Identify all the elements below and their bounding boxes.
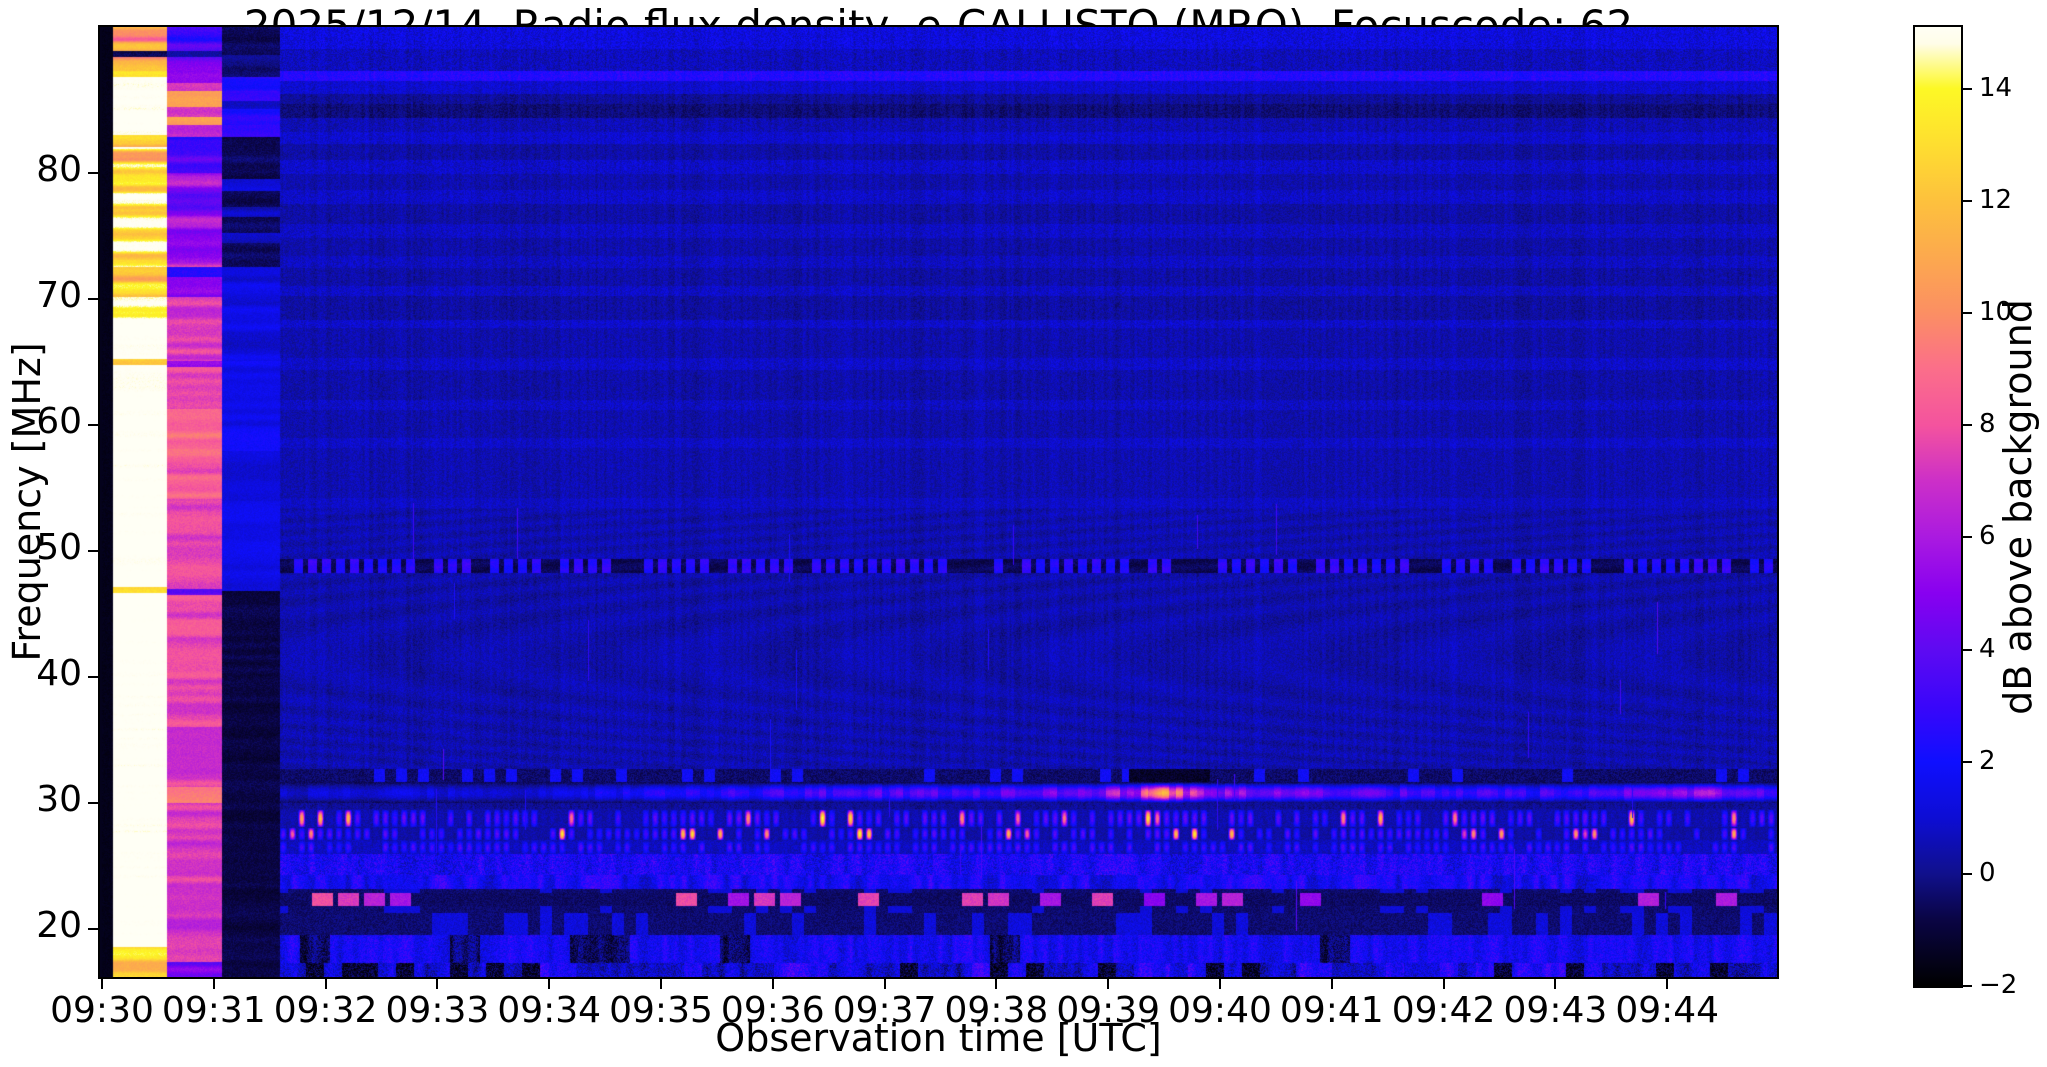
colorbar-tick-mark <box>1963 760 1972 763</box>
colorbar-tick-mark <box>1963 424 1972 427</box>
x-tick-mark <box>1666 979 1669 989</box>
colorbar-tick-label: 12 <box>1979 184 2013 215</box>
colorbar <box>1913 25 1963 988</box>
x-tick-mark <box>212 979 215 989</box>
y-tick-mark <box>88 298 98 300</box>
colorbar-tick-label: 14 <box>1979 72 2013 103</box>
x-tick-mark <box>436 979 439 989</box>
colorbar-tick-label: 2 <box>1979 745 1996 776</box>
y-tick-label: 20 <box>36 905 82 946</box>
y-tick-label: 30 <box>36 779 82 820</box>
y-tick-label: 60 <box>36 401 82 442</box>
y-tick-mark <box>88 676 98 678</box>
colorbar-tick-mark <box>1963 872 1972 875</box>
x-tick-mark <box>1554 979 1557 989</box>
spectrogram-figure: 2025/12/14 Radio flux density, e-CALLIST… <box>0 0 2047 1067</box>
x-tick-mark <box>324 979 327 989</box>
x-axis-label: Observation time [UTC] <box>715 1016 1162 1060</box>
colorbar-tick-mark <box>1963 648 1972 651</box>
y-tick-label: 50 <box>36 527 82 568</box>
colorbar-tick-mark <box>1963 312 1972 315</box>
x-tick-mark <box>548 979 551 989</box>
colorbar-tick-label: 0 <box>1979 857 1996 888</box>
colorbar-tick-mark <box>1963 199 1972 202</box>
y-tick-mark <box>88 802 98 804</box>
x-tick-mark <box>101 979 103 989</box>
colorbar-tick-label: −2 <box>1979 970 2018 1000</box>
y-tick-mark <box>88 928 98 930</box>
colorbar-tick-mark <box>1963 536 1972 539</box>
y-tick-label: 40 <box>36 653 82 694</box>
y-tick-mark <box>88 172 98 174</box>
y-tick-label: 80 <box>36 149 82 190</box>
x-tick-mark <box>660 979 662 989</box>
y-tick-label: 70 <box>36 275 82 316</box>
x-tick-mark <box>1107 979 1110 989</box>
y-axis-label: Frequency [MHz] <box>5 342 49 662</box>
colorbar-tick-mark <box>1963 985 1972 987</box>
spectrogram-heatmap <box>100 27 1777 977</box>
x-tick-mark <box>771 979 774 989</box>
colorbar-label: dB above background <box>1996 299 2040 715</box>
x-tick-mark <box>1442 979 1445 989</box>
colorbar-gradient <box>1915 27 1961 986</box>
plot-area <box>98 25 1779 979</box>
x-tick-mark <box>1219 979 1221 989</box>
x-tick-mark <box>883 979 886 989</box>
colorbar-tick-mark <box>1963 87 1972 90</box>
y-tick-mark <box>88 550 98 552</box>
x-tick-mark <box>995 979 998 989</box>
x-tick-mark <box>1330 979 1333 989</box>
y-tick-mark <box>88 424 98 426</box>
